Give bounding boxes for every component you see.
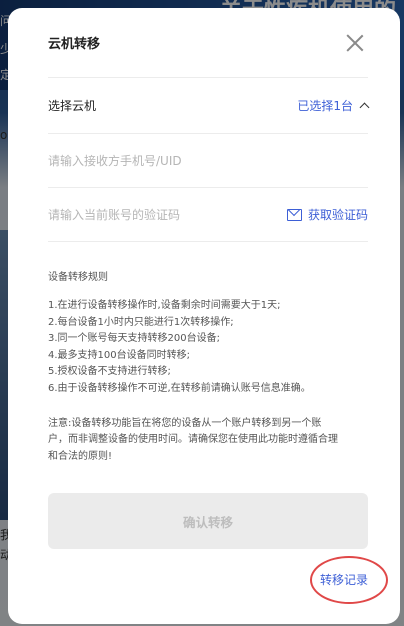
rule-item: 3.同一个账号每天支持转移200台设备; (48, 333, 220, 345)
notice-line: 注意:设备转移功能旨在将您的设备从一个账户转移到另一个账 (48, 417, 322, 429)
select-device-row[interactable]: 选择云机 已选择1台 (48, 78, 370, 134)
modal-header: 云机转移 (48, 8, 368, 78)
transfer-rules: 设备转移规则 1.在进行设备转移操作时,设备剩余时间需要大于1天; 2.每台设备… (48, 268, 368, 465)
rule-item: 1.在进行设备转移操作时,设备剩余时间需要大于1天; (48, 300, 281, 311)
notice-text: 注意:设备转移功能旨在将您的设备从一个账户转移到另一个账 户，而非调整设备的使用… (48, 416, 368, 466)
rules-title: 设备转移规则 (48, 272, 108, 283)
code-field-row: 获取验证码 (48, 188, 368, 242)
chevron-up-icon (359, 102, 370, 113)
verification-code-input[interactable] (48, 207, 287, 222)
rule-item: 4.最多支持100台设备同时转移; (48, 349, 190, 361)
selected-count: 已选择1台 (297, 99, 353, 113)
phone-field-row (48, 134, 368, 188)
get-code-button[interactable]: 获取验证码 (286, 206, 368, 223)
mail-icon (286, 208, 302, 221)
select-device-label: 选择云机 (48, 99, 97, 113)
notice-line: 户，而非调整设备的使用时间。请确保您在使用此功能时遵循合理 (48, 434, 338, 446)
transfer-record-link[interactable]: 转移记录 (320, 571, 368, 588)
confirm-transfer-button[interactable]: 确认转移 (48, 493, 368, 550)
rules-list: 1.在进行设备转移操作时,设备剩余时间需要大于1天; 2.每台设备1小时内只能进… (48, 298, 368, 398)
close-icon[interactable] (344, 32, 366, 54)
rule-item: 5.授权设备不支持进行转移; (48, 366, 171, 378)
rule-item: 6.由于设备转移操作不可逆,在转移前请确认账号信息准确。 (48, 382, 311, 394)
notice-line: 和合法的原则! (48, 450, 113, 462)
get-code-label: 获取验证码 (307, 208, 368, 222)
rule-item: 2.每台设备1小时内只能进行1次转移操作; (48, 316, 234, 328)
transfer-modal: 云机转移 选择云机 已选择1台 获取验证码 设备转移规则 1.在进行设备转移操作… (8, 8, 400, 624)
modal-title: 云机转移 (48, 37, 101, 52)
recipient-phone-input[interactable] (48, 153, 368, 168)
select-device-dropdown[interactable]: 已选择1台 (297, 97, 370, 114)
